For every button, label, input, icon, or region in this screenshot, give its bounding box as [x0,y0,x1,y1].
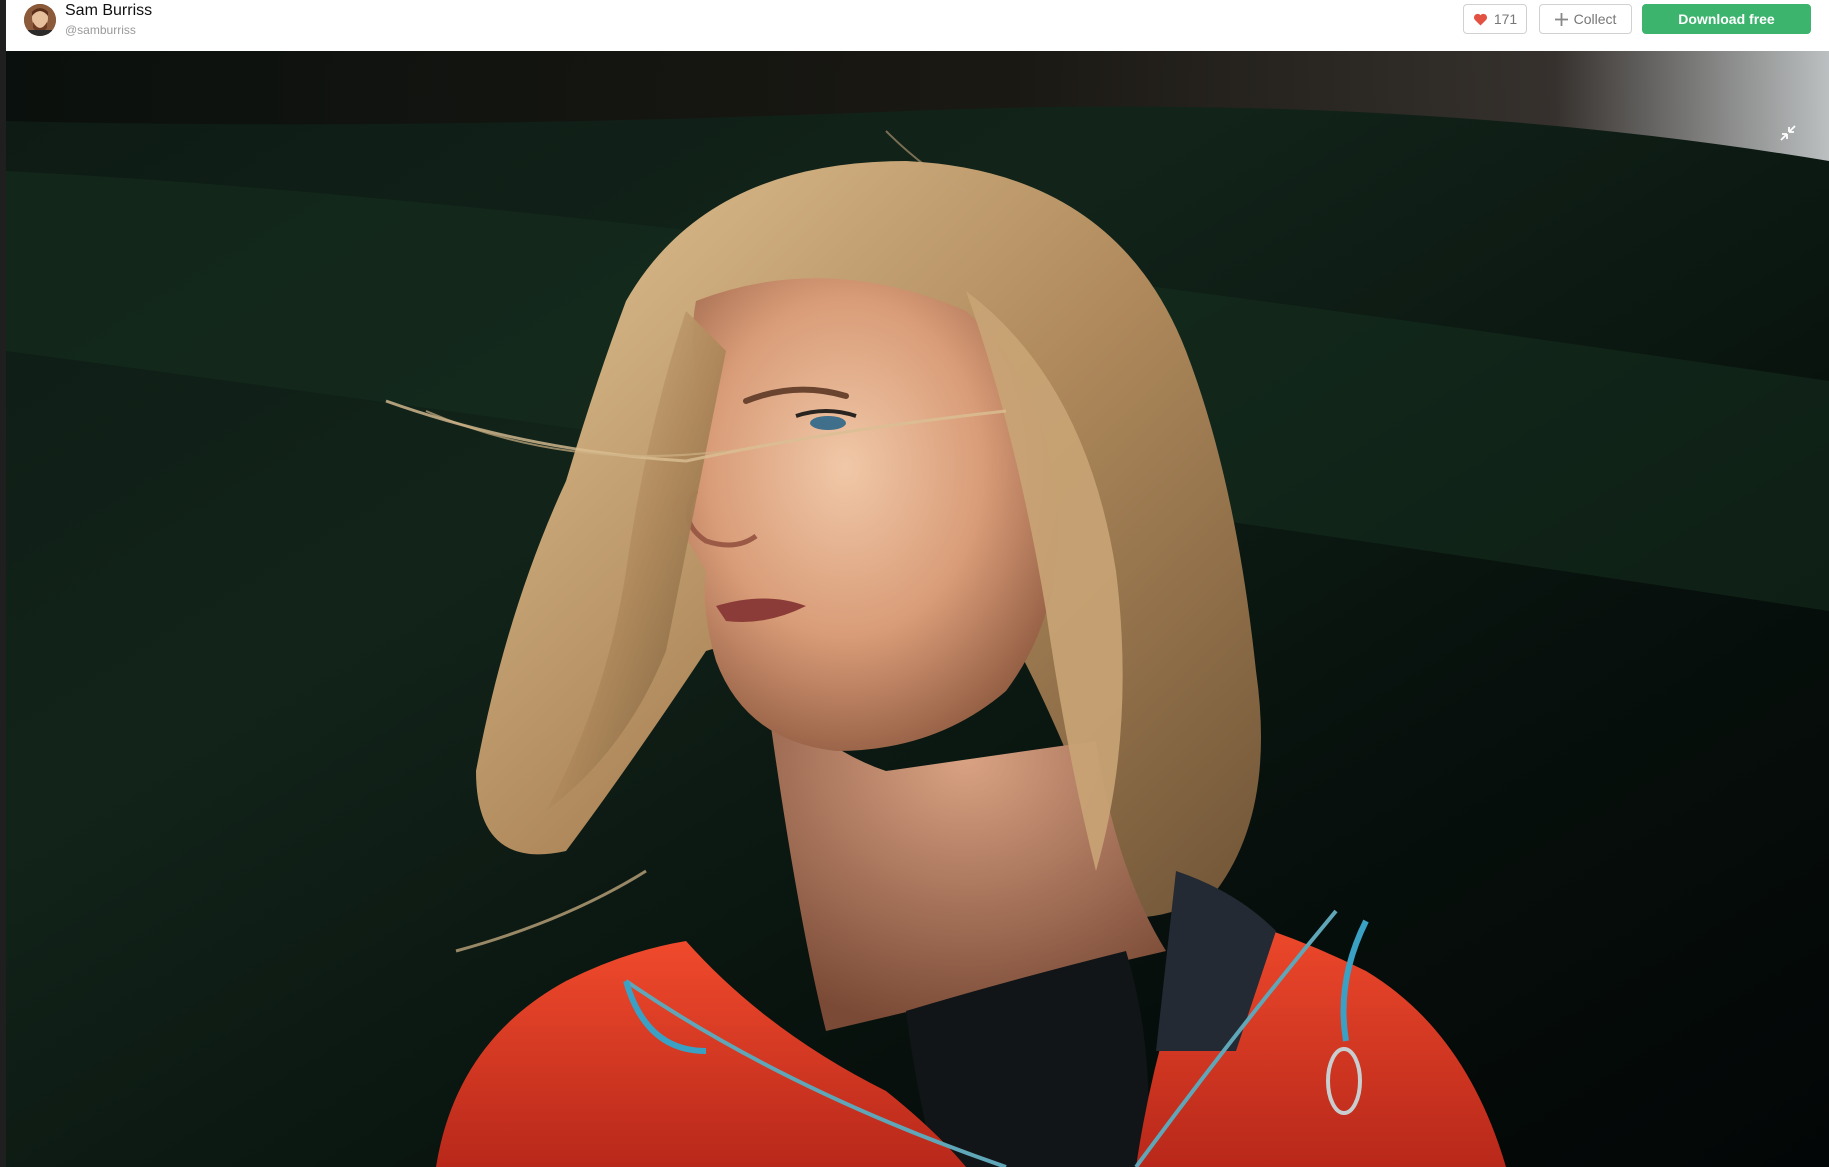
like-count: 171 [1493,11,1518,27]
portrait-photo-artwork [6,51,1829,1167]
download-label: Download free [1678,11,1775,27]
user-handle[interactable]: @samburriss [65,23,136,37]
avatar-image [24,4,56,36]
like-button[interactable]: 171 [1463,4,1527,34]
photo-viewer-page: Sam Burriss @samburriss 171 Collect Down… [0,0,1829,1167]
minimize-icon[interactable] [1777,122,1799,144]
plus-icon [1554,12,1568,26]
avatar[interactable] [24,4,56,36]
heart-icon [1473,13,1487,26]
collect-label: Collect [1573,11,1617,27]
user-name[interactable]: Sam Burriss [65,2,152,20]
main-photo[interactable] [6,51,1829,1167]
collect-button[interactable]: Collect [1539,4,1632,34]
download-button[interactable]: Download free [1642,4,1811,34]
photo-header-bar: Sam Burriss @samburriss 171 Collect Down… [6,0,1829,51]
